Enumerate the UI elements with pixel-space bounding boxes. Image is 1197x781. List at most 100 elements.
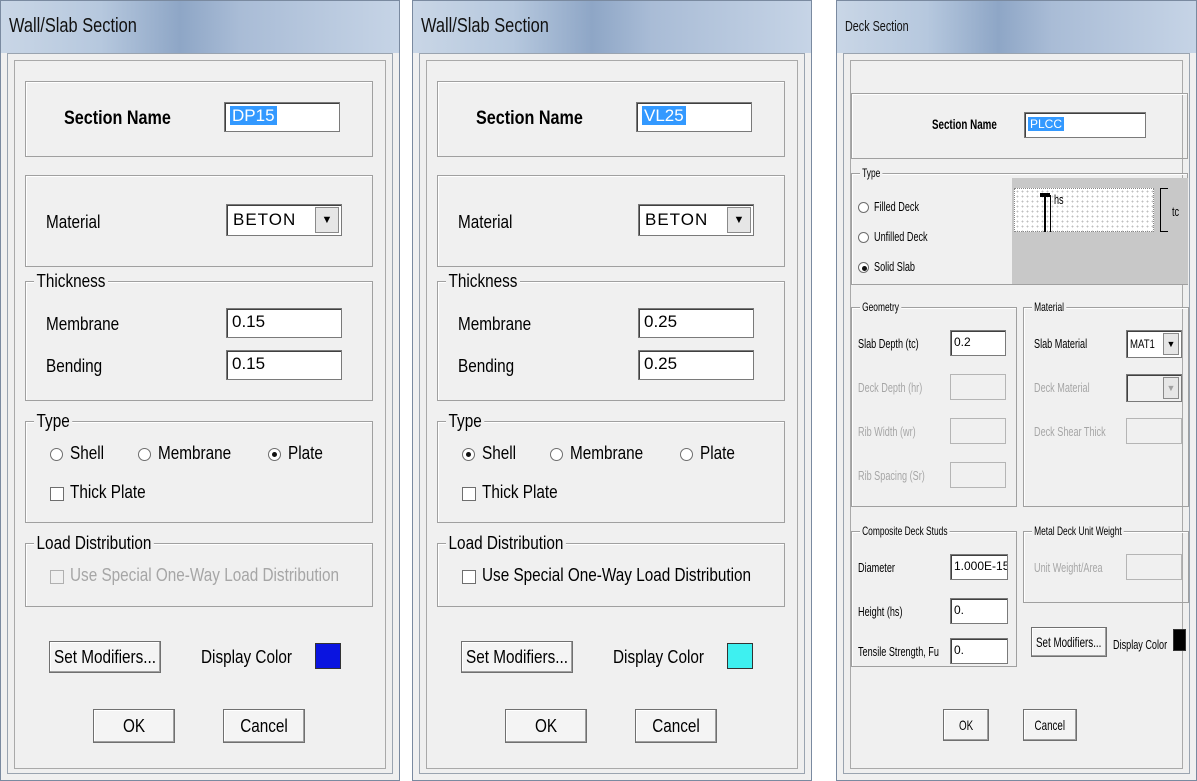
thick-plate-checkbox[interactable]: [462, 487, 476, 501]
material-box: Material BETON ▼: [25, 175, 373, 267]
membrane-thickness-input[interactable]: 0.15: [226, 308, 342, 338]
section-name-label: Section Name: [476, 108, 583, 129]
one-way-load-label: Use Special One-Way Load Distribution: [70, 565, 340, 585]
shell-label: Shell: [70, 443, 105, 463]
section-name-label: Section Name: [64, 108, 171, 129]
set-modifiers-button[interactable]: Set Modifiers...: [49, 641, 161, 673]
window-title: Wall/Slab Section: [421, 15, 549, 37]
material-label: Material: [458, 212, 513, 232]
slab-material-value: MAT1: [1130, 337, 1155, 351]
material-box: Material BETON ▼: [437, 175, 785, 267]
material-group: Material Slab Material MAT1 ▼ Deck Mater…: [1023, 300, 1189, 507]
display-color-swatch[interactable]: [315, 643, 341, 669]
type-group: Type Shell Membrane Plate Thick Plate: [25, 411, 373, 523]
window-title: Deck Section: [845, 18, 909, 35]
deck-material-select[interactable]: ▼: [1126, 374, 1182, 402]
type-group: Type Filled Deck Unfilled Deck Solid Sla…: [851, 166, 1188, 285]
diameter-input[interactable]: 1.000E-15: [950, 554, 1008, 580]
title-bar[interactable]: Wall/Slab Section: [413, 1, 811, 53]
section-diagram: hs tc: [1012, 178, 1188, 284]
deck-depth-label: Deck Depth (hr): [858, 380, 923, 395]
plate-label: Plate: [700, 443, 735, 463]
unfilled-deck-radio[interactable]: [858, 232, 869, 243]
ok-label: OK: [958, 717, 974, 733]
material-select[interactable]: BETON ▼: [638, 204, 754, 236]
one-way-load-checkbox[interactable]: [462, 570, 476, 584]
bending-thickness-input[interactable]: 0.25: [638, 350, 754, 380]
set-modifiers-label: Set Modifiers...: [465, 646, 569, 667]
set-modifiers-button[interactable]: Set Modifiers...: [461, 641, 573, 673]
deck-section-dialog: Deck Section Section Name PLCC Type Fill…: [836, 0, 1197, 781]
diagram-tc-label: tc: [1172, 204, 1180, 219]
dialog-body: Section Name PLCC Type Filled Deck Unfil…: [843, 53, 1190, 774]
title-bar[interactable]: Deck Section: [837, 1, 1196, 53]
chevron-down-icon[interactable]: ▼: [315, 207, 339, 233]
geometry-legend: Geometry: [860, 300, 902, 314]
one-way-load-checkbox[interactable]: [50, 570, 64, 584]
membrane-thickness-input[interactable]: 0.25: [638, 308, 754, 338]
set-modifiers-button[interactable]: Set Modifiers...: [1031, 627, 1107, 657]
section-name-box: Section Name PLCC: [851, 93, 1188, 159]
filled-deck-radio[interactable]: [858, 202, 869, 213]
cancel-label: Cancel: [652, 715, 700, 736]
ok-button[interactable]: OK: [505, 709, 587, 743]
chevron-down-icon[interactable]: ▼: [1163, 377, 1179, 399]
membrane-type-label: Membrane: [570, 443, 644, 463]
unit-weight-input[interactable]: [1126, 554, 1182, 580]
cancel-button[interactable]: Cancel: [1023, 709, 1077, 741]
unit-weight-label: Unit Weight/Area: [1034, 560, 1103, 575]
display-color-swatch[interactable]: [727, 643, 753, 669]
tensile-strength-input[interactable]: 0.: [950, 638, 1008, 664]
section-name-input[interactable]: PLCC: [1024, 112, 1146, 138]
shell-radio[interactable]: [462, 448, 475, 461]
height-label: Height (hs): [858, 604, 903, 619]
cancel-button[interactable]: Cancel: [635, 709, 717, 743]
shell-radio[interactable]: [50, 448, 63, 461]
membrane-thickness-label: Membrane: [458, 314, 532, 334]
rib-spacing-input[interactable]: [950, 462, 1006, 488]
slab-material-select[interactable]: MAT1 ▼: [1126, 330, 1182, 358]
plate-label: Plate: [288, 443, 323, 463]
plate-radio[interactable]: [680, 448, 693, 461]
type-legend: Type: [34, 411, 73, 432]
one-way-load-label: Use Special One-Way Load Distribution: [482, 565, 752, 585]
membrane-radio[interactable]: [550, 448, 563, 461]
section-name-input[interactable]: VL25: [636, 102, 752, 132]
slab-depth-label: Slab Depth (tc): [858, 336, 919, 351]
ok-button[interactable]: OK: [93, 709, 175, 743]
chevron-down-icon[interactable]: ▼: [727, 207, 751, 233]
diagram-hs-label: hs: [1054, 192, 1064, 207]
geometry-group: Geometry Slab Depth (tc) 0.2 Deck Depth …: [851, 300, 1017, 507]
slab-depth-input[interactable]: 0.2: [950, 330, 1006, 356]
shell-label: Shell: [482, 443, 517, 463]
chevron-down-icon[interactable]: ▼: [1163, 333, 1179, 355]
type-group: Type Shell Membrane Plate Thick Plate: [437, 411, 785, 523]
rib-width-input[interactable]: [950, 418, 1006, 444]
ok-button[interactable]: OK: [943, 709, 989, 741]
deck-shear-thick-input[interactable]: [1126, 418, 1182, 444]
wall-slab-section-dialog-1: Wall/Slab Section Section Name DP15 Mate…: [0, 0, 400, 781]
hs-marker: [1050, 195, 1051, 232]
material-select[interactable]: BETON ▼: [226, 204, 342, 236]
cancel-button[interactable]: Cancel: [223, 709, 305, 743]
section-name-box: Section Name VL25: [437, 81, 785, 157]
thick-plate-checkbox[interactable]: [50, 487, 64, 501]
bending-thickness-label: Bending: [46, 356, 103, 376]
membrane-radio[interactable]: [138, 448, 151, 461]
material-legend: Material: [1032, 300, 1067, 314]
plate-radio[interactable]: [268, 448, 281, 461]
deck-depth-input[interactable]: [950, 374, 1006, 400]
ok-label: OK: [122, 715, 146, 736]
bending-thickness-input[interactable]: 0.15: [226, 350, 342, 380]
display-color-swatch[interactable]: [1173, 629, 1186, 651]
solid-slab-radio[interactable]: [858, 262, 869, 273]
section-name-value: DP15: [230, 106, 277, 125]
slab-hatch: [1014, 188, 1154, 232]
height-input[interactable]: 0.: [950, 598, 1008, 624]
stud-head: [1040, 193, 1050, 197]
title-bar[interactable]: Wall/Slab Section: [1, 1, 399, 53]
section-name-input[interactable]: DP15: [224, 102, 340, 132]
thick-plate-label: Thick Plate: [70, 482, 146, 502]
load-distribution-group: Load Distribution Use Special One-Way Lo…: [25, 533, 373, 607]
display-color-label: Display Color: [1113, 637, 1168, 652]
